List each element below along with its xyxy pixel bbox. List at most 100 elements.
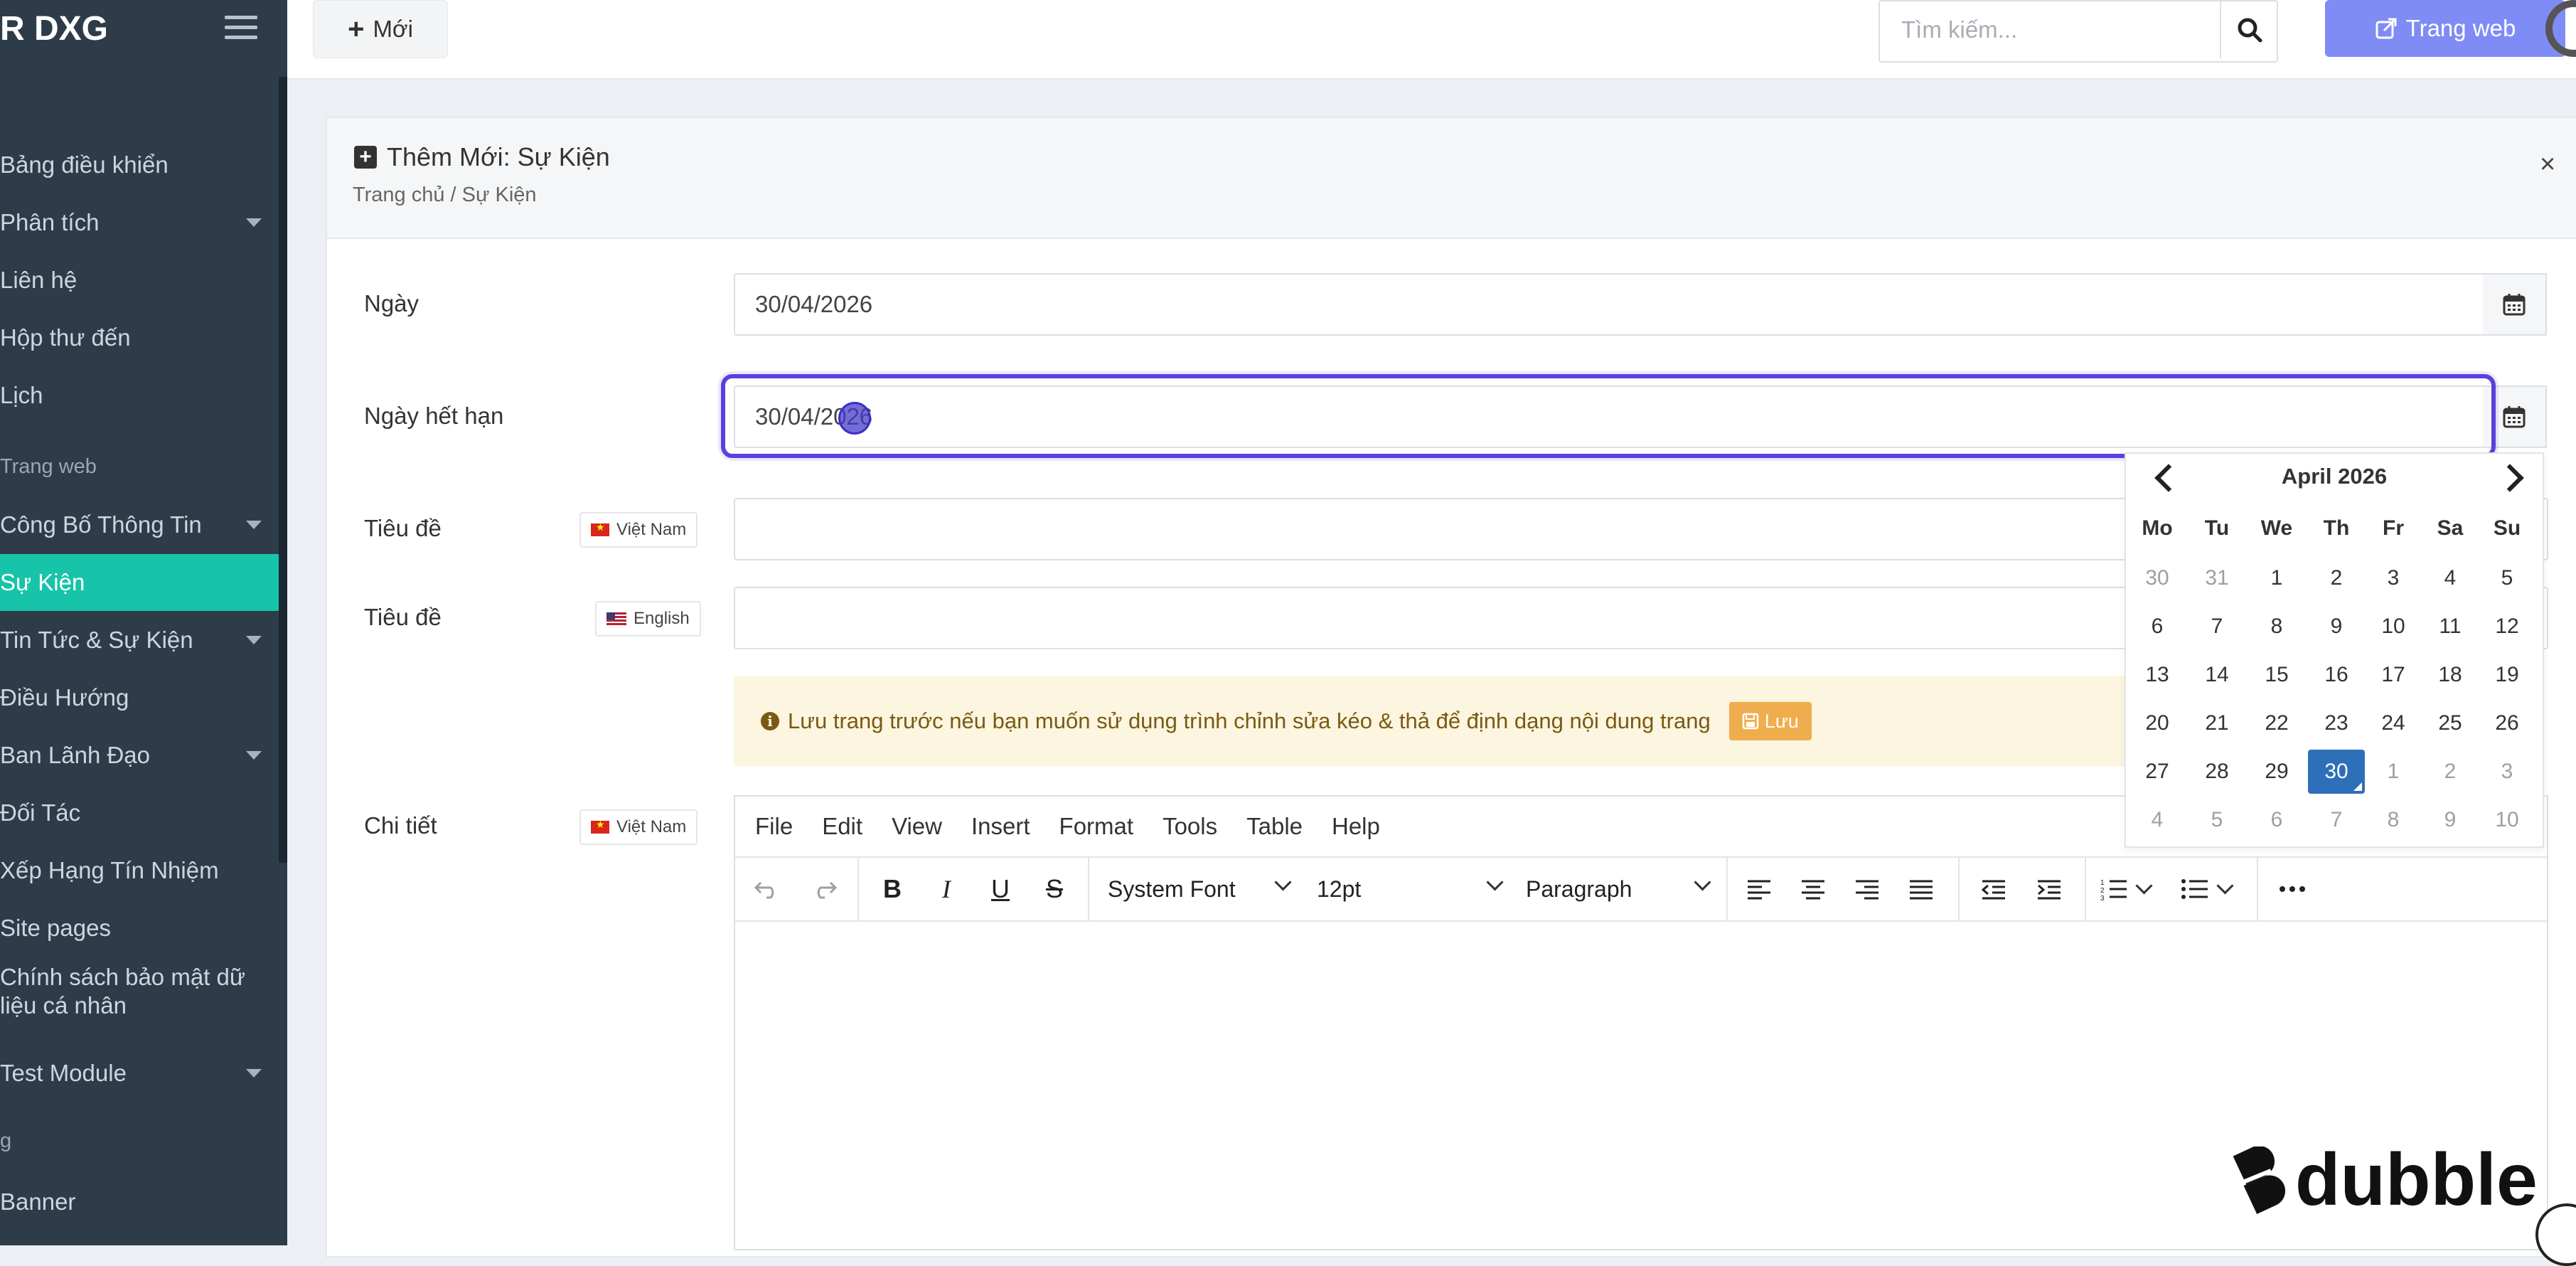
datepicker-day[interactable]: 19 bbox=[2479, 653, 2535, 697]
brand-logo[interactable]: R DXG bbox=[0, 4, 108, 54]
numbered-list-button[interactable]: 123 bbox=[2096, 868, 2153, 910]
save-button[interactable]: Lưu bbox=[1728, 702, 1812, 740]
bullet-list-button[interactable] bbox=[2177, 868, 2234, 910]
align-right-button[interactable] bbox=[1846, 868, 1888, 910]
editor-menu-file[interactable]: File bbox=[755, 813, 793, 840]
sidebar-item-analytics[interactable]: Phân tích bbox=[0, 194, 279, 251]
datepicker-day[interactable]: 4 bbox=[2422, 556, 2479, 600]
datepicker-day[interactable]: 8 bbox=[2248, 605, 2305, 649]
datepicker-day[interactable]: 7 bbox=[2188, 605, 2245, 649]
more-options-button[interactable] bbox=[2271, 868, 2314, 910]
editor-menu-help[interactable]: Help bbox=[1332, 813, 1380, 840]
datepicker-day[interactable]: 12 bbox=[2479, 605, 2535, 649]
redo-button[interactable] bbox=[806, 868, 842, 910]
date-input[interactable]: 30/04/2026 bbox=[734, 273, 2484, 336]
sidebar-item-disclosure[interactable]: Công Bố Thông Tin bbox=[0, 496, 279, 553]
editor-menu-tools[interactable]: Tools bbox=[1163, 813, 1217, 840]
datepicker-day[interactable]: 30 bbox=[2129, 556, 2186, 600]
sidebar-item-credit-rating[interactable]: Xếp Hạng Tín Nhiệm bbox=[0, 842, 279, 899]
new-button[interactable]: + Mới bbox=[313, 0, 448, 58]
datepicker-day[interactable]: 23 bbox=[2308, 701, 2365, 745]
datepicker-day-selected[interactable]: 30 bbox=[2308, 750, 2365, 794]
datepicker-day[interactable]: 24 bbox=[2365, 701, 2422, 745]
sidebar-item-banner[interactable]: Banner bbox=[0, 1174, 279, 1230]
datepicker-day[interactable]: 28 bbox=[2188, 750, 2245, 794]
datepicker-day[interactable]: 9 bbox=[2422, 798, 2479, 842]
close-icon[interactable]: × bbox=[2540, 149, 2555, 180]
datepicker-day[interactable]: 1 bbox=[2365, 750, 2422, 794]
datepicker-day[interactable]: 27 bbox=[2129, 750, 2186, 794]
sidebar-scrollbar[interactable] bbox=[279, 77, 287, 863]
datepicker-day[interactable]: 14 bbox=[2188, 653, 2245, 697]
hamburger-menu-icon[interactable] bbox=[225, 16, 257, 40]
sidebar-item-calendar[interactable]: Lịch bbox=[0, 367, 279, 424]
datepicker-day[interactable]: 5 bbox=[2188, 798, 2245, 842]
sidebar-item-contacts[interactable]: Liên hệ bbox=[0, 252, 279, 309]
search-input[interactable] bbox=[1880, 1, 2220, 58]
bold-button[interactable]: B bbox=[875, 868, 910, 910]
align-center-button[interactable] bbox=[1792, 868, 1834, 910]
undo-button[interactable] bbox=[749, 868, 785, 910]
datepicker-day[interactable]: 31 bbox=[2188, 556, 2245, 600]
datepicker-day[interactable]: 13 bbox=[2129, 653, 2186, 697]
italic-button[interactable]: I bbox=[929, 868, 964, 910]
datepicker-day[interactable]: 20 bbox=[2129, 701, 2186, 745]
editor-menu-format[interactable]: Format bbox=[1059, 813, 1134, 840]
datepicker-day[interactable]: 5 bbox=[2479, 556, 2535, 600]
sidebar-item-inbox[interactable]: Hộp thư đến bbox=[0, 309, 279, 366]
datepicker-day[interactable]: 11 bbox=[2422, 605, 2479, 649]
datepicker-day[interactable]: 2 bbox=[2422, 750, 2479, 794]
editor-menu-view[interactable]: View bbox=[892, 813, 942, 840]
date-calendar-button[interactable] bbox=[2483, 273, 2547, 336]
lang-badge-vi[interactable]: Việt Nam bbox=[579, 512, 698, 548]
search-button[interactable] bbox=[2220, 1, 2278, 58]
datepicker-day[interactable]: 26 bbox=[2479, 701, 2535, 745]
lang-badge-detail-vi[interactable]: Việt Nam bbox=[579, 809, 698, 845]
datepicker-day[interactable]: 7 bbox=[2308, 798, 2365, 842]
lang-badge-en[interactable]: English bbox=[595, 601, 701, 637]
sidebar-item-partners[interactable]: Đối Tác bbox=[0, 784, 279, 841]
datepicker-day[interactable]: 21 bbox=[2188, 701, 2245, 745]
indent-button[interactable] bbox=[2028, 868, 2070, 910]
datepicker-day[interactable]: 17 bbox=[2365, 653, 2422, 697]
sidebar-item-navigation[interactable]: Điều Hướng bbox=[0, 669, 279, 726]
editor-menu-edit[interactable]: Edit bbox=[822, 813, 862, 840]
strikethrough-button[interactable]: S bbox=[1037, 868, 1072, 910]
datepicker-day[interactable]: 1 bbox=[2248, 556, 2305, 600]
font-family-select[interactable]: System Font bbox=[1108, 868, 1300, 910]
datepicker-day[interactable]: 10 bbox=[2365, 605, 2422, 649]
sidebar-item-dashboard[interactable]: Bảng điều khiển bbox=[0, 137, 279, 193]
datepicker-month-label[interactable]: April 2026 bbox=[2126, 464, 2543, 489]
breadcrumb[interactable]: Trang chủ / Sự Kiện bbox=[353, 183, 537, 207]
font-size-select[interactable]: 12pt bbox=[1317, 868, 1509, 910]
datepicker-day[interactable]: 22 bbox=[2248, 701, 2305, 745]
editor-menu-insert[interactable]: Insert bbox=[971, 813, 1030, 840]
datepicker-day[interactable]: 29 bbox=[2248, 750, 2305, 794]
sidebar-item-events[interactable]: Sự Kiện bbox=[0, 554, 279, 611]
sidebar-item-leadership[interactable]: Ban Lãnh Đạo bbox=[0, 727, 279, 784]
datepicker-day[interactable]: 18 bbox=[2422, 653, 2479, 697]
datepicker-day[interactable]: 25 bbox=[2422, 701, 2479, 745]
editor-menu-table[interactable]: Table bbox=[1246, 813, 1303, 840]
website-button[interactable]: Trang web bbox=[2325, 0, 2565, 57]
sidebar-item-privacy-policy[interactable]: Chính sách bảo mật dữ liệu cá nhân bbox=[0, 957, 279, 1026]
align-left-button[interactable] bbox=[1738, 868, 1780, 910]
datepicker-day[interactable]: 6 bbox=[2129, 605, 2186, 649]
datepicker-day[interactable]: 2 bbox=[2308, 556, 2365, 600]
underline-button[interactable]: U bbox=[983, 868, 1018, 910]
datepicker-day[interactable]: 4 bbox=[2129, 798, 2186, 842]
datepicker-day[interactable]: 9 bbox=[2308, 605, 2365, 649]
datepicker-day[interactable]: 10 bbox=[2479, 798, 2535, 842]
datepicker-day[interactable]: 3 bbox=[2479, 750, 2535, 794]
sidebar-item-news[interactable]: Tin Tức & Sự Kiện bbox=[0, 612, 279, 669]
datepicker-day[interactable]: 8 bbox=[2365, 798, 2422, 842]
align-justify-button[interactable] bbox=[1900, 868, 1942, 910]
sidebar-item-test-module[interactable]: Test Module bbox=[0, 1045, 279, 1102]
datepicker-day[interactable]: 16 bbox=[2308, 653, 2365, 697]
outdent-button[interactable] bbox=[1972, 868, 2015, 910]
block-format-select[interactable]: Paragraph bbox=[1526, 868, 1718, 910]
datepicker-day[interactable]: 15 bbox=[2248, 653, 2305, 697]
sidebar-item-site-pages[interactable]: Site pages bbox=[0, 900, 279, 957]
datepicker-day[interactable]: 3 bbox=[2365, 556, 2422, 600]
datepicker-day[interactable]: 6 bbox=[2248, 798, 2305, 842]
